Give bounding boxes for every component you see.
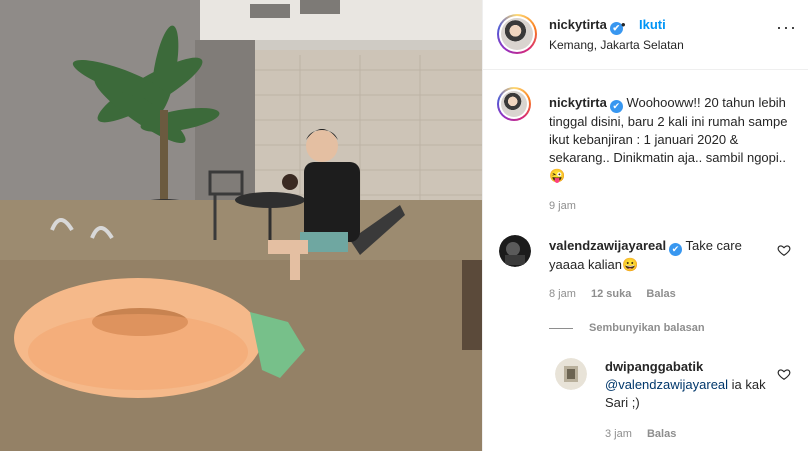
- like-comment-heart-icon[interactable]: [777, 243, 791, 257]
- hide-replies-label[interactable]: Sembunyikan balasan: [589, 322, 705, 334]
- hide-replies-button[interactable]: Sembunyikan balasan: [549, 322, 705, 334]
- post-side-panel: nickytirta ✔ • Ikuti Kemang, Jakarta Sela…: [482, 0, 808, 451]
- post-image: [0, 0, 482, 451]
- comment-body: valendzawijayareal ✔ Take care yaaaa kali…: [549, 237, 769, 274]
- author-username[interactable]: nickytirta ✔: [549, 17, 623, 35]
- author-avatar[interactable]: [497, 14, 537, 54]
- post-photo[interactable]: [0, 0, 482, 451]
- more-options-icon[interactable]: ···: [776, 18, 797, 36]
- caption-username[interactable]: nickytirta: [549, 95, 607, 110]
- post-location[interactable]: Kemang, Jakarta Selatan: [549, 38, 684, 52]
- follow-button[interactable]: Ikuti: [639, 17, 666, 32]
- commenter-avatar-image: [499, 235, 531, 267]
- reply-body: dwipanggabatik @valendzawijayareal ia ka…: [605, 358, 775, 412]
- reply-button[interactable]: Balas: [646, 288, 675, 300]
- comment-time[interactable]: 8 jam: [549, 288, 576, 300]
- commenter-username[interactable]: valendzawijayareal: [549, 238, 666, 253]
- separator-dot: •: [621, 17, 626, 32]
- divider-line: [549, 327, 573, 329]
- commenter-avatar[interactable]: [499, 235, 531, 267]
- caption-time[interactable]: 9 jam: [549, 200, 576, 212]
- reply-meta: 3 jam Balas: [605, 428, 688, 440]
- caption-avatar[interactable]: [497, 87, 531, 121]
- reply-time[interactable]: 3 jam: [605, 428, 632, 440]
- post-header: nickytirta ✔ • Ikuti Kemang, Jakarta Sela…: [483, 0, 808, 70]
- caption-meta: 9 jam: [549, 200, 588, 212]
- reply-avatar[interactable]: [555, 358, 587, 390]
- comment-meta: 8 jam 12 suka Balas: [549, 288, 688, 300]
- reply-reply-button[interactable]: Balas: [647, 428, 676, 440]
- comments-section: nickytirta ✔ Woohooww!! 20 tahun lebih ti…: [483, 71, 808, 451]
- verified-badge-icon: ✔: [669, 243, 683, 256]
- like-reply-heart-icon[interactable]: [777, 367, 791, 381]
- reply-avatar-image: [555, 358, 587, 390]
- verified-badge-icon: ✔: [609, 100, 623, 113]
- reply-mention-link[interactable]: @valendzawijayareal: [605, 377, 728, 392]
- caption: nickytirta ✔ Woohooww!! 20 tahun lebih ti…: [549, 94, 789, 185]
- reply-username[interactable]: dwipanggabatik: [605, 359, 703, 374]
- comment-likes[interactable]: 12 suka: [591, 288, 631, 300]
